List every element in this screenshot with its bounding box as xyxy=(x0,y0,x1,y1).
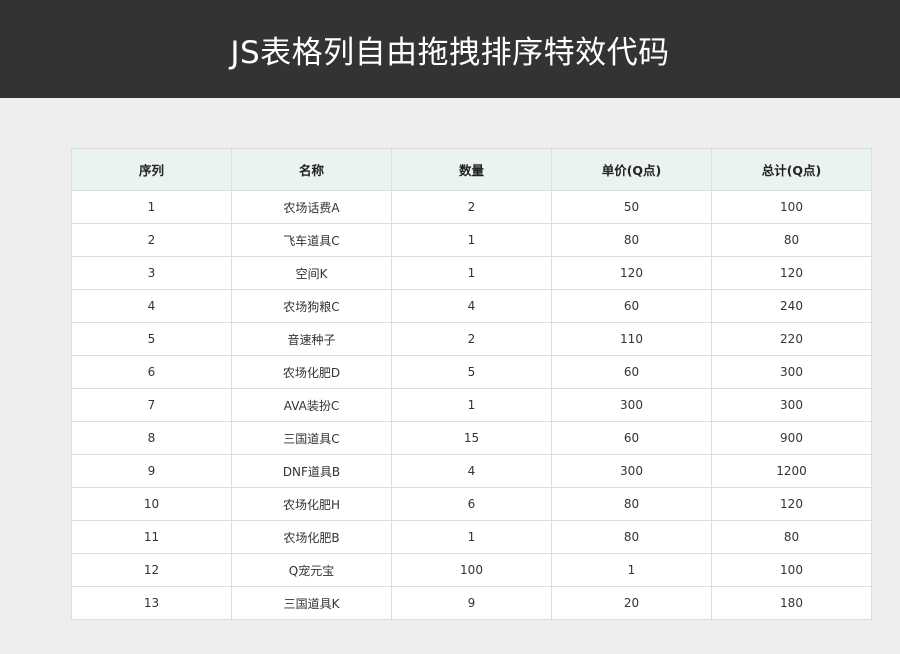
cell-unit-price: 300 xyxy=(551,388,712,422)
cell-index: 3 xyxy=(71,256,232,290)
table-row: 6 农场化肥D 5 60 300 xyxy=(71,355,872,389)
cell-quantity: 1 xyxy=(391,223,552,257)
cell-unit-price: 20 xyxy=(551,586,712,620)
cell-unit-price: 60 xyxy=(551,289,712,323)
table-body: 1 农场话费A 2 50 100 2 飞车道具C 1 80 80 3 空间K 1 120 120 4 农场狗粮C… xyxy=(71,190,872,620)
table-row: 4 农场狗粮C 4 60 240 xyxy=(71,289,872,323)
cell-unit-price: 80 xyxy=(551,487,712,521)
cell-quantity: 2 xyxy=(391,190,552,224)
cell-total: 300 xyxy=(711,355,872,389)
table-row: 5 音速种子 2 110 220 xyxy=(71,322,872,356)
table-header-row: 序列 名称 数量 单价(Q点) 总计(Q点) xyxy=(71,148,872,191)
cell-quantity: 100 xyxy=(391,553,552,587)
cell-quantity: 4 xyxy=(391,289,552,323)
cell-unit-price: 60 xyxy=(551,355,712,389)
cell-index: 10 xyxy=(71,487,232,521)
data-table: 序列 名称 数量 单价(Q点) 总计(Q点) 1 农场话费A 2 50 100 2 飞车道具… xyxy=(71,148,872,620)
cell-total: 240 xyxy=(711,289,872,323)
column-header-quantity[interactable]: 数量 xyxy=(391,148,552,191)
cell-total: 100 xyxy=(711,553,872,587)
page-title: JS表格列自由拖拽排序特效代码 xyxy=(230,34,670,71)
cell-index: 12 xyxy=(71,553,232,587)
cell-index: 6 xyxy=(71,355,232,389)
column-header-index[interactable]: 序列 xyxy=(71,148,232,191)
cell-name: AVA装扮C xyxy=(231,388,392,422)
cell-quantity: 6 xyxy=(391,487,552,521)
table-row: 7 AVA装扮C 1 300 300 xyxy=(71,388,872,422)
cell-total: 80 xyxy=(711,223,872,257)
table-row: 9 DNF道具B 4 300 1200 xyxy=(71,454,872,488)
cell-total: 120 xyxy=(711,256,872,290)
cell-total: 120 xyxy=(711,487,872,521)
cell-name: 三国道具K xyxy=(231,586,392,620)
cell-index: 7 xyxy=(71,388,232,422)
column-header-unit-price[interactable]: 单价(Q点) xyxy=(551,148,712,191)
cell-index: 2 xyxy=(71,223,232,257)
cell-total: 900 xyxy=(711,421,872,455)
cell-name: 农场化肥H xyxy=(231,487,392,521)
cell-name: Q宠元宝 xyxy=(231,553,392,587)
cell-unit-price: 80 xyxy=(551,520,712,554)
cell-name: 音速种子 xyxy=(231,322,392,356)
cell-quantity: 4 xyxy=(391,454,552,488)
table-row: 12 Q宠元宝 100 1 100 xyxy=(71,553,872,587)
cell-name: 农场话费A xyxy=(231,190,392,224)
cell-quantity: 1 xyxy=(391,256,552,290)
table-row: 13 三国道具K 9 20 180 xyxy=(71,586,872,620)
cell-index: 1 xyxy=(71,190,232,224)
cell-index: 13 xyxy=(71,586,232,620)
table-container: 序列 名称 数量 单价(Q点) 总计(Q点) 1 农场话费A 2 50 100 2 飞车道具… xyxy=(71,148,872,620)
cell-unit-price: 50 xyxy=(551,190,712,224)
cell-total: 220 xyxy=(711,322,872,356)
table-row: 2 飞车道具C 1 80 80 xyxy=(71,223,872,257)
table-row: 1 农场话费A 2 50 100 xyxy=(71,190,872,224)
cell-unit-price: 1 xyxy=(551,553,712,587)
cell-name: 飞车道具C xyxy=(231,223,392,257)
cell-total: 100 xyxy=(711,190,872,224)
cell-unit-price: 300 xyxy=(551,454,712,488)
cell-name: 三国道具C xyxy=(231,421,392,455)
cell-quantity: 5 xyxy=(391,355,552,389)
cell-index: 4 xyxy=(71,289,232,323)
cell-name: 空间K xyxy=(231,256,392,290)
cell-quantity: 1 xyxy=(391,388,552,422)
cell-name: 农场化肥B xyxy=(231,520,392,554)
column-header-total[interactable]: 总计(Q点) xyxy=(711,148,872,191)
cell-index: 11 xyxy=(71,520,232,554)
column-header-name[interactable]: 名称 xyxy=(231,148,392,191)
cell-index: 5 xyxy=(71,322,232,356)
cell-name: 农场狗粮C xyxy=(231,289,392,323)
cell-name: DNF道具B xyxy=(231,454,392,488)
cell-quantity: 2 xyxy=(391,322,552,356)
page-header: JS表格列自由拖拽排序特效代码 xyxy=(0,0,900,98)
cell-total: 300 xyxy=(711,388,872,422)
cell-index: 9 xyxy=(71,454,232,488)
cell-unit-price: 110 xyxy=(551,322,712,356)
cell-unit-price: 80 xyxy=(551,223,712,257)
cell-quantity: 9 xyxy=(391,586,552,620)
table-row: 3 空间K 1 120 120 xyxy=(71,256,872,290)
table-row: 11 农场化肥B 1 80 80 xyxy=(71,520,872,554)
cell-index: 8 xyxy=(71,421,232,455)
cell-quantity: 15 xyxy=(391,421,552,455)
table-row: 8 三国道具C 15 60 900 xyxy=(71,421,872,455)
cell-name: 农场化肥D xyxy=(231,355,392,389)
cell-quantity: 1 xyxy=(391,520,552,554)
cell-unit-price: 60 xyxy=(551,421,712,455)
cell-total: 180 xyxy=(711,586,872,620)
cell-total: 1200 xyxy=(711,454,872,488)
cell-unit-price: 120 xyxy=(551,256,712,290)
table-row: 10 农场化肥H 6 80 120 xyxy=(71,487,872,521)
cell-total: 80 xyxy=(711,520,872,554)
